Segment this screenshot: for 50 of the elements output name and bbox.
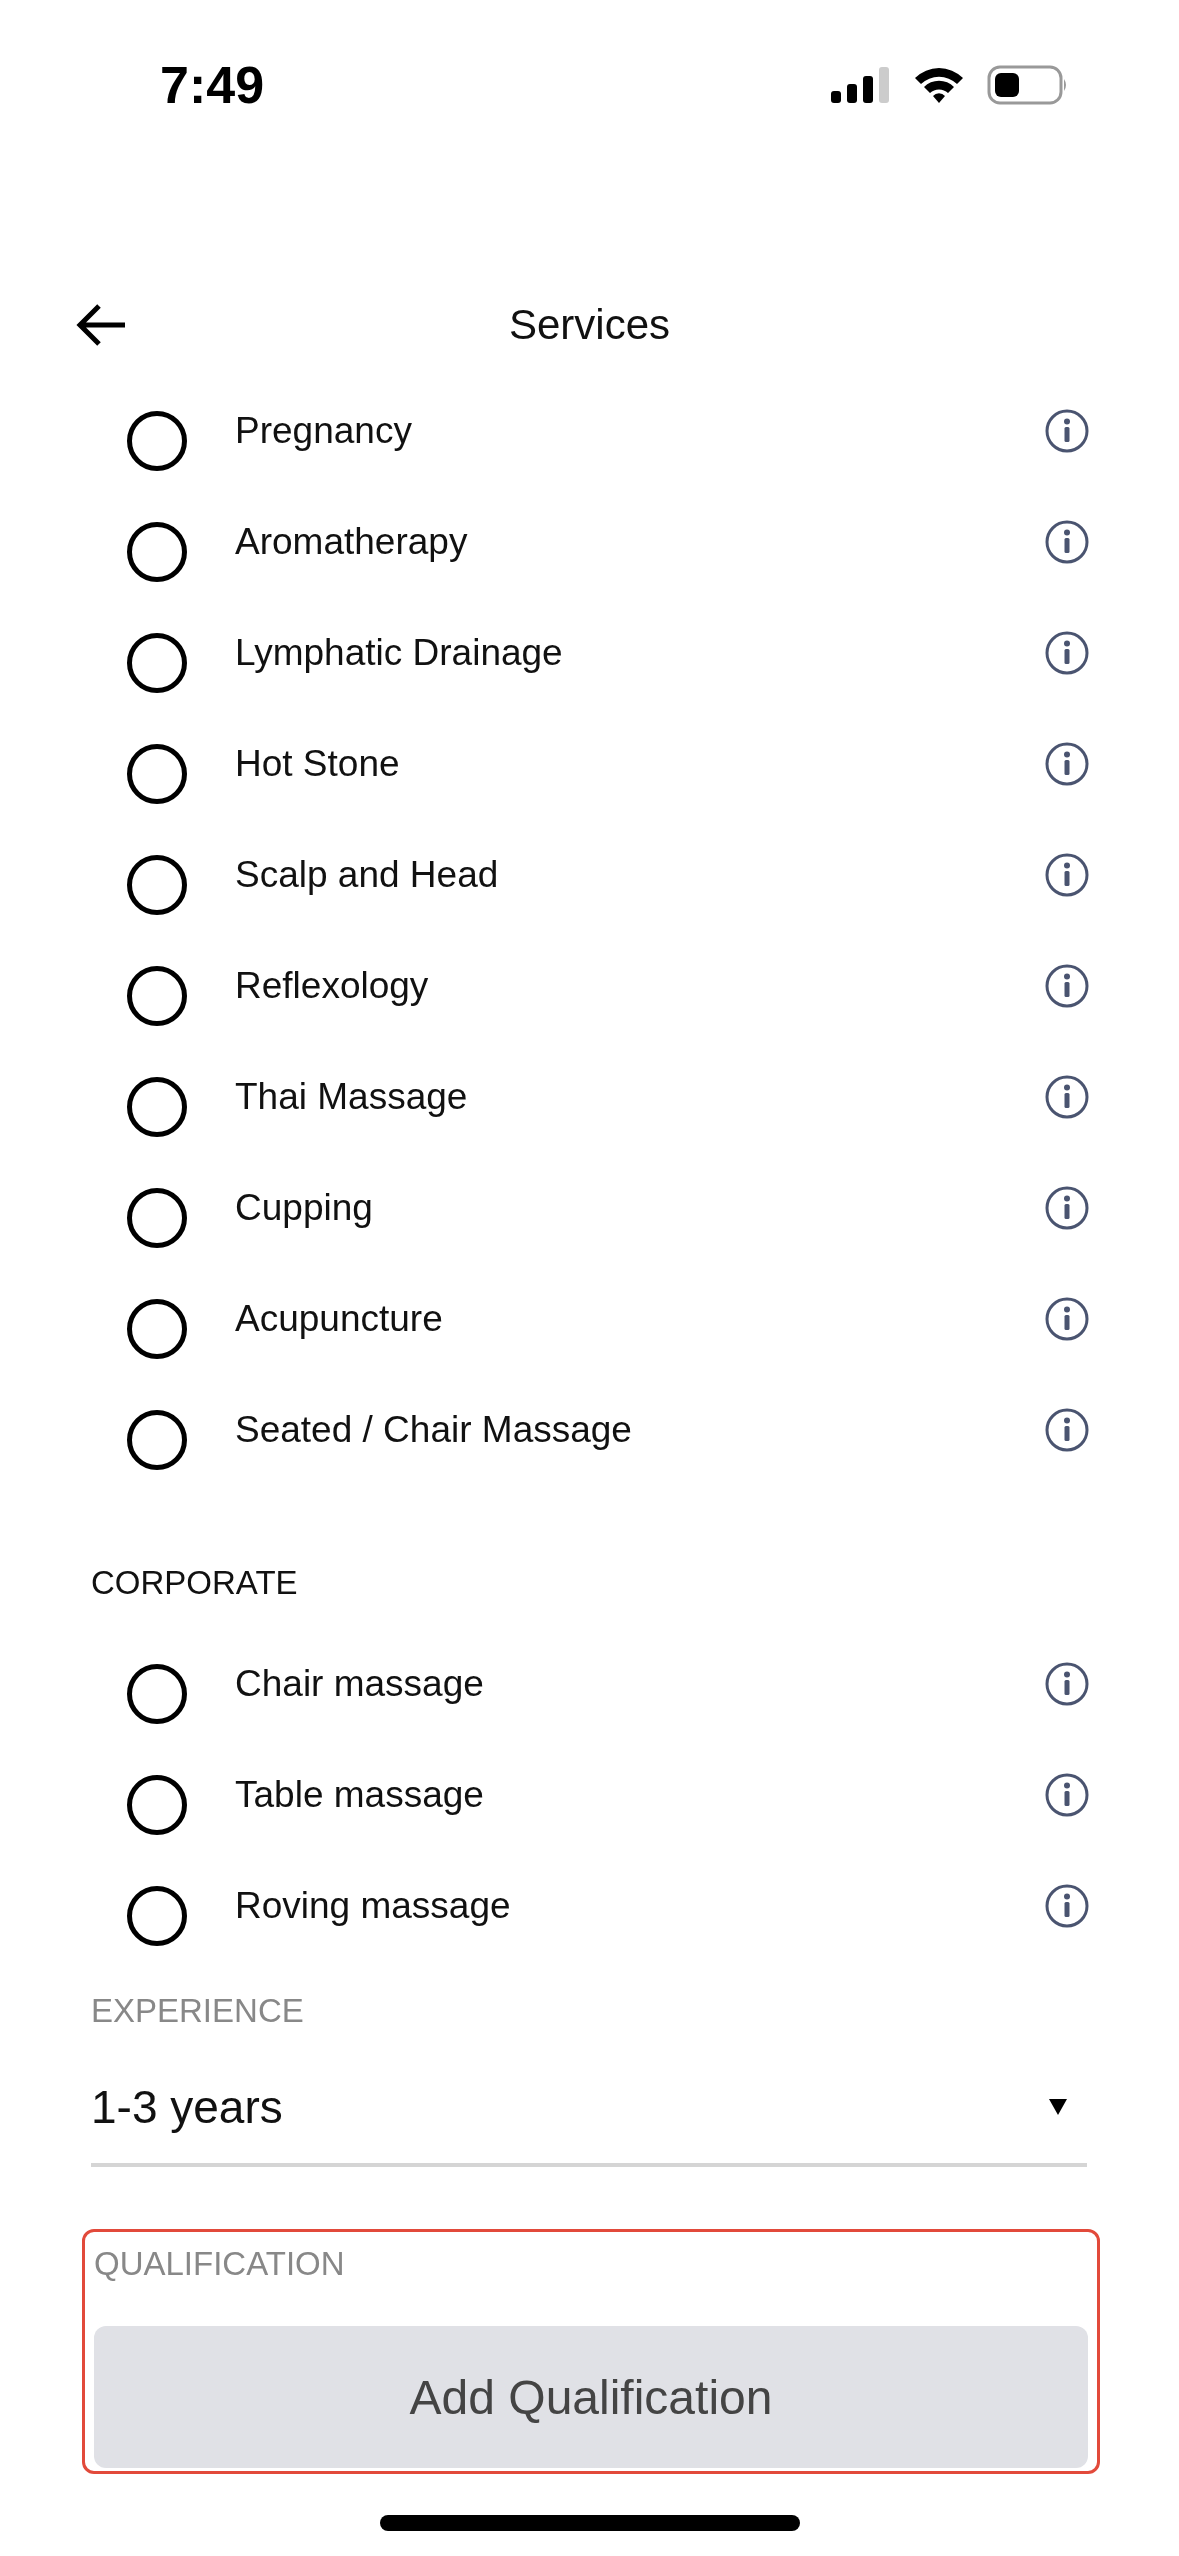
service-label: Aromatherapy bbox=[235, 520, 469, 563]
info-icon[interactable] bbox=[1045, 630, 1089, 675]
radio-button[interactable] bbox=[127, 1409, 187, 1470]
wifi-icon bbox=[913, 66, 965, 104]
info-icon[interactable] bbox=[1045, 519, 1089, 564]
info-icon[interactable] bbox=[1045, 1661, 1089, 1706]
service-label: Table massage bbox=[235, 1773, 485, 1816]
radio-button[interactable] bbox=[127, 1774, 187, 1835]
info-icon[interactable] bbox=[1045, 1296, 1089, 1341]
radio-button[interactable] bbox=[127, 965, 187, 1026]
radio-button[interactable] bbox=[127, 1663, 187, 1724]
signal-icon bbox=[831, 67, 891, 103]
dropdown-caret-icon bbox=[1049, 2099, 1067, 2115]
info-icon[interactable] bbox=[1045, 1772, 1089, 1817]
add-qualification-button[interactable]: Add Qualification bbox=[94, 2326, 1088, 2468]
status-time: 7:49 bbox=[160, 55, 265, 115]
info-icon[interactable] bbox=[1045, 963, 1089, 1008]
qualification-label: QUALIFICATION bbox=[94, 2244, 346, 2284]
service-label: Pregnancy bbox=[235, 409, 413, 452]
service-label: Scalp and Head bbox=[235, 853, 500, 896]
info-icon[interactable] bbox=[1045, 1185, 1089, 1230]
info-icon[interactable] bbox=[1045, 1883, 1089, 1928]
service-label: Thai Massage bbox=[235, 1075, 469, 1118]
service-label: Lymphatic Drainage bbox=[235, 631, 564, 674]
service-label: Seated / Chair Massage bbox=[235, 1408, 633, 1451]
service-label: Reflexology bbox=[235, 964, 430, 1007]
radio-button[interactable] bbox=[127, 1298, 187, 1359]
service-label: Roving massage bbox=[235, 1884, 512, 1927]
page-title: Services bbox=[508, 301, 671, 349]
radio-button[interactable] bbox=[127, 632, 187, 693]
info-icon[interactable] bbox=[1045, 1407, 1089, 1452]
radio-button[interactable] bbox=[127, 521, 187, 582]
experience-label: EXPERIENCE bbox=[91, 1991, 305, 2031]
radio-button[interactable] bbox=[127, 854, 187, 915]
radio-button[interactable] bbox=[127, 1187, 187, 1248]
info-icon[interactable] bbox=[1045, 1074, 1089, 1119]
radio-button[interactable] bbox=[127, 1885, 187, 1946]
radio-button[interactable] bbox=[127, 1076, 187, 1137]
service-label: Cupping bbox=[235, 1186, 374, 1229]
info-icon[interactable] bbox=[1045, 852, 1089, 897]
service-label: Acupuncture bbox=[235, 1297, 444, 1340]
service-label: Hot Stone bbox=[235, 742, 401, 785]
info-icon[interactable] bbox=[1045, 408, 1089, 453]
experience-dropdown[interactable]: 1-3 years bbox=[91, 2051, 1087, 2167]
radio-button[interactable] bbox=[127, 743, 187, 804]
section-heading: CORPORATE bbox=[91, 1563, 299, 1603]
info-icon[interactable] bbox=[1045, 741, 1089, 786]
battery-icon bbox=[987, 65, 1069, 105]
radio-button[interactable] bbox=[127, 410, 187, 471]
service-label: Chair massage bbox=[235, 1662, 485, 1705]
